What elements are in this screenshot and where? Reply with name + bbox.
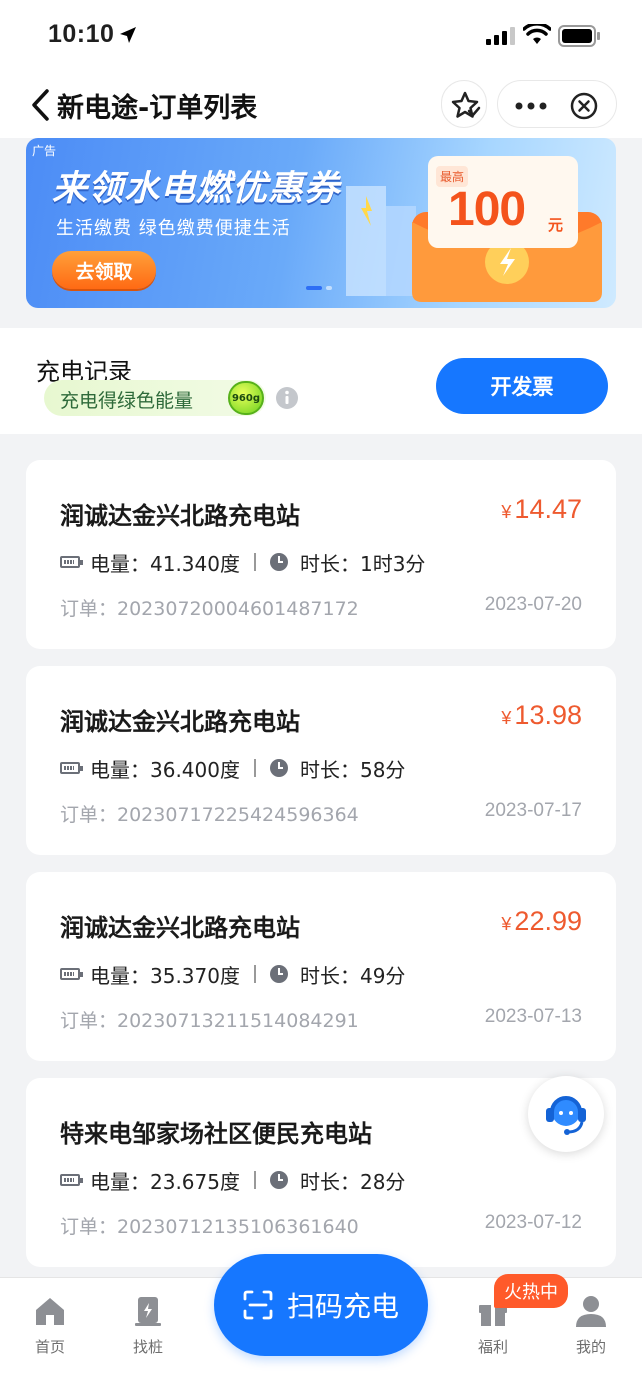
battery-icon bbox=[60, 762, 83, 774]
order-meta: 电量：41.340度 时长：1时3分 bbox=[60, 548, 425, 576]
info-icon[interactable] bbox=[275, 386, 299, 410]
mini-program-capsule bbox=[497, 80, 617, 128]
divider bbox=[253, 965, 256, 983]
order-price: ¥14.47 bbox=[501, 494, 582, 525]
duration-text: 时长：49分 bbox=[299, 963, 406, 988]
station-name: 特来电邹家场社区便民充电站 bbox=[60, 1120, 372, 1148]
duration-text: 时长：28分 bbox=[299, 1169, 406, 1194]
order-card[interactable]: 特来电邹家场社区便民充电站 ¥17 电量：23.675度 时长：28分 订单：2… bbox=[26, 1078, 616, 1267]
divider bbox=[253, 1171, 256, 1189]
invoice-button[interactable]: 开发票 bbox=[436, 358, 608, 414]
charge-record-header: 充电记录 充电得绿色能量 960g 开发票 bbox=[0, 328, 642, 434]
currency-symbol: ¥ bbox=[501, 502, 512, 522]
pagination-dot bbox=[326, 286, 332, 290]
banner-area: 广告 来领水电燃优惠券 生活缴费 绿色缴费便捷生活 去领取 最高 100 元 bbox=[0, 138, 642, 328]
order-date: 2023-07-13 bbox=[484, 1006, 582, 1027]
order-id: 订单：2023072000460148717​2 bbox=[60, 598, 359, 620]
energy-text: 电量：35.370度 bbox=[90, 963, 240, 988]
green-energy-pill[interactable]: 充电得绿色能量 960g bbox=[44, 380, 266, 416]
energy-text: 电量：41.340度 bbox=[90, 551, 240, 576]
home-icon bbox=[36, 1298, 64, 1325]
order-meta: 电量：23.675度 时长：28分 bbox=[60, 1166, 405, 1194]
green-energy-label: 充电得绿色能量 bbox=[60, 390, 194, 412]
pagination-dot-active bbox=[306, 286, 322, 290]
nav-bar: 新电途-订单列表 bbox=[0, 72, 642, 138]
order-id: 订单：20230717225424596364 bbox=[60, 804, 359, 826]
back-icon[interactable] bbox=[30, 88, 52, 122]
duration-text: 时长：1时3分 bbox=[299, 551, 426, 576]
scan-charge-button[interactable]: 扫码充电 bbox=[214, 1254, 428, 1356]
green-energy-badge: 960g bbox=[228, 381, 264, 415]
tab-label: 我的 bbox=[575, 1338, 606, 1356]
charger-icon bbox=[135, 1297, 161, 1326]
customer-service-button[interactable] bbox=[528, 1076, 604, 1152]
battery-icon bbox=[60, 1174, 83, 1186]
close-icon[interactable] bbox=[570, 92, 598, 120]
star-icon bbox=[451, 91, 481, 118]
order-card[interactable]: 润诚达金兴北路充电站 ¥22.99 电量：35.370度 时长：49分 订单：2… bbox=[26, 872, 616, 1061]
banner-pagination bbox=[306, 286, 332, 290]
scan-label: 扫码充电 bbox=[286, 1290, 399, 1323]
order-date: 2023-07-12 bbox=[484, 1212, 582, 1233]
order-date: 2023-07-17 bbox=[484, 800, 582, 821]
battery-icon bbox=[60, 556, 83, 568]
order-date: 2023-07-20 bbox=[484, 594, 582, 615]
currency-symbol: ¥ bbox=[501, 914, 512, 934]
order-card[interactable]: 润诚达金兴北路充电站 ¥14.47 电量：41.340度 时长：1时3分 订单：… bbox=[26, 460, 616, 649]
station-name: 润诚达金兴北路充电站 bbox=[60, 914, 300, 942]
location-arrow-icon bbox=[120, 27, 136, 43]
page-title: 新电途-订单列表 bbox=[57, 93, 258, 124]
battery-icon bbox=[60, 968, 83, 980]
divider bbox=[253, 553, 256, 571]
coupon-unit: 元 bbox=[548, 216, 564, 234]
coupon-card: 最高 100 元 bbox=[428, 156, 578, 248]
order-meta: 电量：35.370度 时长：49分 bbox=[60, 960, 405, 988]
more-icon[interactable] bbox=[515, 102, 547, 110]
coupon-amount: 100 bbox=[448, 183, 526, 236]
duration-text: 时长：58分 bbox=[299, 757, 406, 782]
battery-icon bbox=[558, 25, 600, 47]
clock-icon bbox=[269, 553, 288, 571]
user-icon bbox=[576, 1296, 606, 1327]
energy-text: 电量：36.400度 bbox=[90, 757, 240, 782]
tab-label: 找桩 bbox=[132, 1338, 163, 1356]
station-name: 润诚达金兴北路充电站 bbox=[60, 708, 300, 736]
banner-subtitle: 生活缴费 绿色缴费便捷生活 bbox=[56, 218, 291, 239]
order-id: 订单：20230712135106361640 bbox=[60, 1216, 359, 1238]
tab-find-charger[interactable]: 找桩 bbox=[108, 1294, 188, 1357]
clock-icon bbox=[269, 1171, 288, 1189]
wifi-icon bbox=[523, 24, 551, 44]
order-card[interactable]: 润诚达金兴北路充电站 ¥13.98 电量：36.400度 时长：58分 订单：2… bbox=[26, 666, 616, 855]
order-meta: 电量：36.400度 时长：58分 bbox=[60, 754, 405, 782]
price-value: 22.99 bbox=[514, 906, 582, 936]
station-name: 润诚达金兴北路充电站 bbox=[60, 502, 300, 530]
price-value: 14.47 bbox=[514, 494, 582, 524]
order-price: ¥13.98 bbox=[501, 700, 582, 731]
clock-icon bbox=[269, 965, 288, 983]
status-bar: 10:10 bbox=[0, 0, 642, 72]
energy-text: 电量：23.675度 bbox=[90, 1169, 240, 1194]
status-time: 10:10 bbox=[48, 20, 115, 48]
clock-icon bbox=[269, 759, 288, 777]
favorite-button[interactable] bbox=[441, 80, 487, 128]
order-id: 订单：20230713211514084291 bbox=[60, 1010, 359, 1032]
customer-service-icon bbox=[546, 1096, 586, 1135]
price-value: 13.98 bbox=[514, 700, 582, 730]
signal-icon bbox=[486, 27, 515, 45]
currency-symbol: ¥ bbox=[501, 708, 512, 728]
tab-label: 福利 bbox=[477, 1338, 508, 1356]
banner-title: 来领水电燃优惠券 bbox=[52, 169, 341, 209]
order-price: ¥22.99 bbox=[501, 906, 582, 937]
tab-label: 首页 bbox=[34, 1338, 65, 1356]
ad-tag: 广告 bbox=[32, 144, 57, 158]
promo-banner[interactable]: 广告 来领水电燃优惠券 生活缴费 绿色缴费便捷生活 去领取 最高 100 元 bbox=[26, 138, 616, 308]
hot-badge: 火热中 bbox=[494, 1274, 568, 1308]
tab-home[interactable]: 首页 bbox=[10, 1294, 90, 1357]
scan-icon bbox=[243, 1290, 273, 1320]
divider bbox=[253, 759, 256, 777]
claim-button[interactable]: 去领取 bbox=[52, 251, 156, 289]
